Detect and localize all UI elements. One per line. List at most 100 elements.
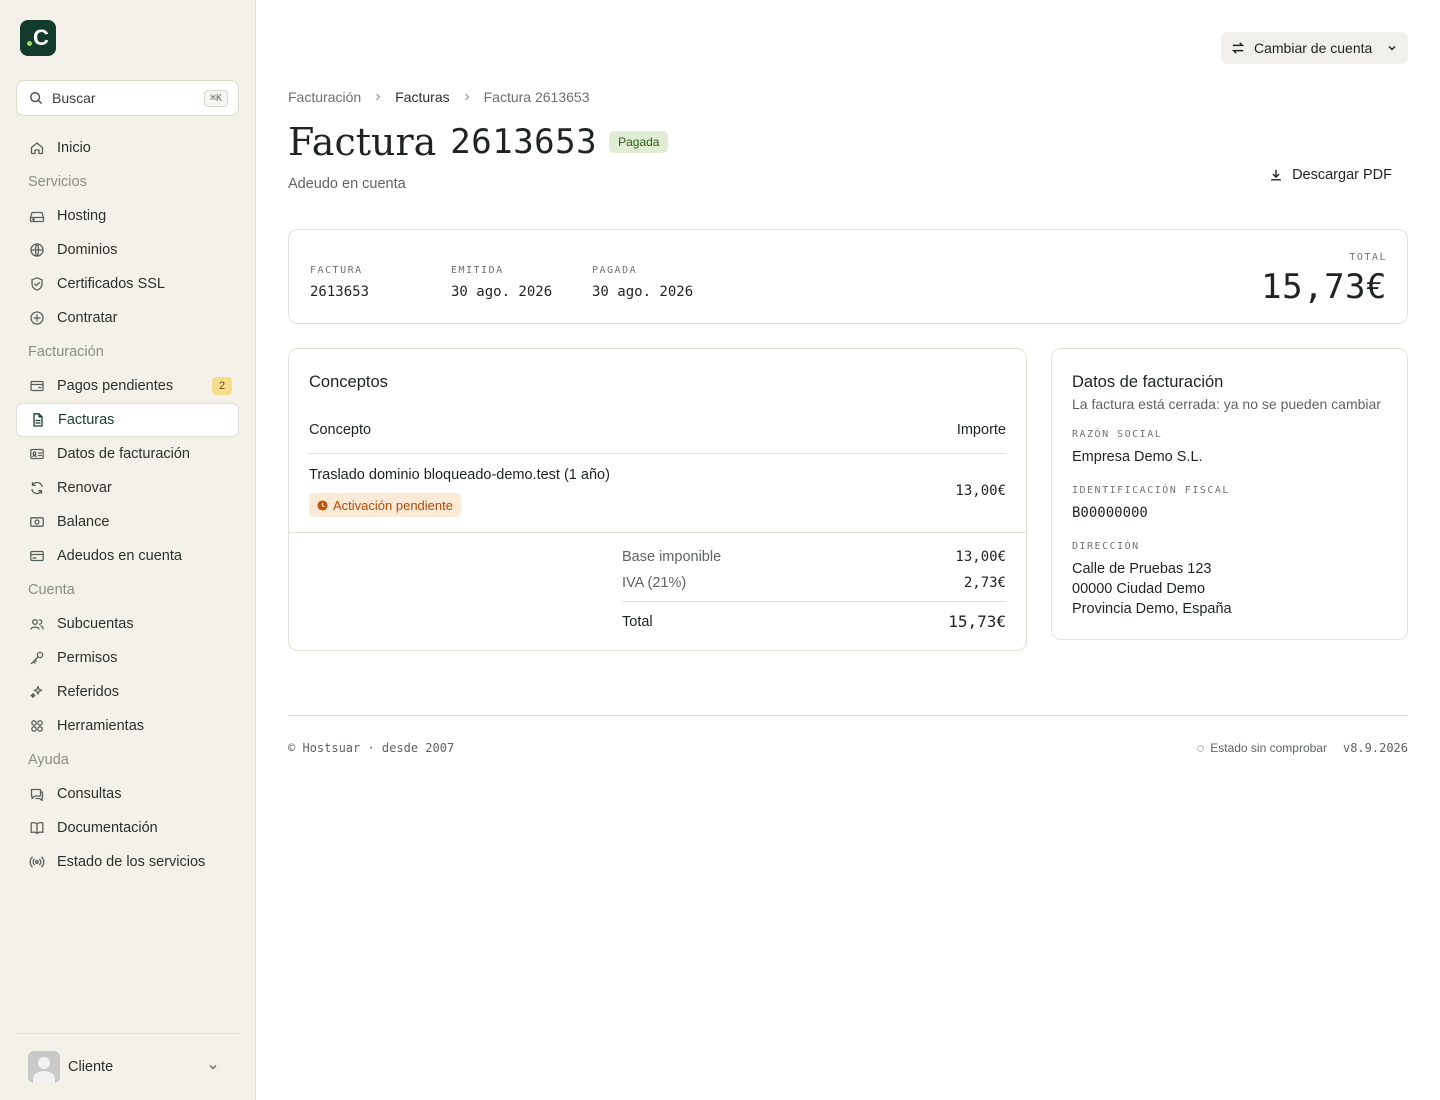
brand-logo[interactable]: C [20,20,56,56]
sparkles-icon [28,684,45,701]
activation-status-badge: Activación pendiente [309,493,461,517]
column-header-amount: Importe [956,422,1006,438]
sidebar-item-documentacion[interactable]: Documentación [16,811,239,845]
download-pdf-button[interactable]: Descargar PDF [1269,167,1392,183]
billing-address-line: 00000 Ciudad Demo [1072,581,1206,597]
logo-letter: C [33,25,49,50]
tax-label: IVA (21%) [622,575,687,591]
sidebar-item-facturas[interactable]: Facturas [16,403,239,437]
breadcrumb-billing[interactable]: Facturación [288,89,361,105]
sidebar-item-label: Inicio [57,140,91,156]
concepts-card: Conceptos Concepto Importe Traslado domi… [288,348,1027,651]
summary-paid-label: PAGADA [592,265,638,276]
sidebar-item-hosting[interactable]: Hosting [16,199,239,233]
status-indicator-icon [1197,744,1205,752]
billing-address-line: Provincia Demo, España [1072,601,1232,617]
sidebar-item-estado-de-los-servicios[interactable]: Estado de los servicios [16,845,239,879]
sidebar-item-label: Pagos pendientes [57,378,174,394]
sidebar-item-label: Consultas [57,786,122,802]
service-status-link[interactable]: Estado sin comprobar [1210,741,1327,755]
grid-icon [28,718,45,735]
home-icon [28,140,45,157]
page-title-number: 2613653 [450,122,598,162]
sidebar-item-inicio[interactable]: Inicio [16,131,239,165]
summary-paid-value: 30 ago. 2026 [592,284,694,300]
wallet-icon [28,378,45,395]
server-icon [28,208,45,225]
plus-circle-icon [28,310,45,327]
switch-account-button[interactable]: Cambiar de cuenta [1221,32,1408,64]
summary-total-label: TOTAL [1349,252,1387,263]
sidebar-item-label: Estado de los servicios [57,854,206,870]
sidebar-item-permisos[interactable]: Permisos [16,641,239,675]
page-title-word: Factura [288,120,437,164]
footer-copyright: © Hostsuar · desde 2007 [288,741,455,755]
user-menu[interactable]: Cliente [16,1033,239,1100]
tax-value: 2,73€ [963,575,1006,591]
sidebar-item-datos-de-facturacion[interactable]: Datos de facturación [16,437,239,471]
sidebar-item-subcuentas[interactable]: Subcuentas [16,607,239,641]
sidebar: C Buscar ⌘K Inicio Servicios Hosting Domini… [0,0,256,1100]
sidebar-item-dominios[interactable]: Dominios [16,233,239,267]
concepts-title: Conceptos [309,373,388,391]
sidebar-item-contratar[interactable]: Contratar [16,301,239,335]
summary-paid: PAGADA 30 ago. 2026 [592,265,693,300]
footer-status: Estado sin comprobar v8.9.2026 [1197,741,1408,755]
sidebar-section-label: Facturación [28,344,104,360]
sidebar-nav: Inicio Servicios Hosting Dominios Certificad… [16,131,239,879]
sidebar-item-certificados-ssl[interactable]: Certificados SSL [16,267,239,301]
subtotal-row: Base imponible 13,00€ [622,549,1006,565]
summary-invoice-value: 2613653 [310,284,370,300]
page-subtitle: Adeudo en cuenta [288,176,406,192]
sidebar-item-label: Referidos [57,684,120,700]
logo-dot [27,40,33,46]
total-value: 15,73€ [948,612,1006,631]
billing-title: Datos de facturación [1072,373,1224,391]
sidebar-item-label: Renovar [57,480,112,496]
chevron-down-icon [207,1061,219,1073]
search-icon [29,91,43,105]
sidebar-item-label: Datos de facturación [57,446,190,462]
sidebar-item-herramientas[interactable]: Herramientas [16,709,239,743]
users-icon [28,616,45,633]
app-version: v8.9.2026 [1342,741,1408,755]
tax-row: IVA (21%) 2,73€ [622,575,1006,591]
search-input[interactable]: Buscar ⌘K [16,80,239,116]
table-row-amount: 13,00€ [955,483,1006,499]
table-row-concept: Traslado dominio bloqueado-demo.test (1 … [309,467,610,483]
billing-note: La factura está cerrada: ya no se pueden… [1072,396,1381,412]
sidebar-item-label: Hosting [57,208,107,224]
globe-icon [28,242,45,259]
sidebar-item-balance[interactable]: Balance [16,505,239,539]
switch-account-label: Cambiar de cuenta [1254,40,1373,56]
main-content: Cambiar de cuenta Facturación Facturas F… [288,0,1408,1100]
search-shortcut: ⌘K [203,89,228,107]
chat-icon [28,786,45,803]
billing-address-line: Calle de Pruebas 123 [1072,561,1212,577]
key-icon [28,650,45,667]
status-badge: Pagada [609,131,669,153]
search-placeholder: Buscar [52,90,96,106]
totals-block: Base imponible 13,00€ IVA (21%) 2,73€ To… [289,532,1026,631]
refresh-icon [28,480,45,497]
summary-total-value: 15,73€ [1261,267,1387,307]
breadcrumb-invoices[interactable]: Facturas [395,89,449,105]
sidebar-item-renovar[interactable]: Renovar [16,471,239,505]
column-header-concept: Concepto [309,422,372,438]
sidebar-item-consultas[interactable]: Consultas [16,777,239,811]
sidebar-item-adeudos-en-cuenta[interactable]: Adeudos en cuenta [16,539,239,573]
shield-icon [28,276,45,293]
document-icon [29,412,46,429]
sidebar-item-pagos-pendientes[interactable]: Pagos pendientes 2 [16,369,239,403]
sidebar-item-label: Certificados SSL [57,276,165,292]
sidebar-item-label: Facturas [58,412,115,428]
id-card-icon [28,446,45,463]
breadcrumb: Facturación Facturas Factura 2613653 [288,89,589,105]
sidebar-item-label: Permisos [57,650,118,666]
billing-taxid-label: IDENTIFICACIÓN FISCAL [1072,485,1230,496]
subtotal-label: Base imponible [622,549,722,565]
user-name: Cliente [68,1059,114,1075]
billing-company-value: Empresa Demo S.L. [1072,449,1203,465]
pending-count-badge: 2 [212,377,232,395]
sidebar-item-referidos[interactable]: Referidos [16,675,239,709]
